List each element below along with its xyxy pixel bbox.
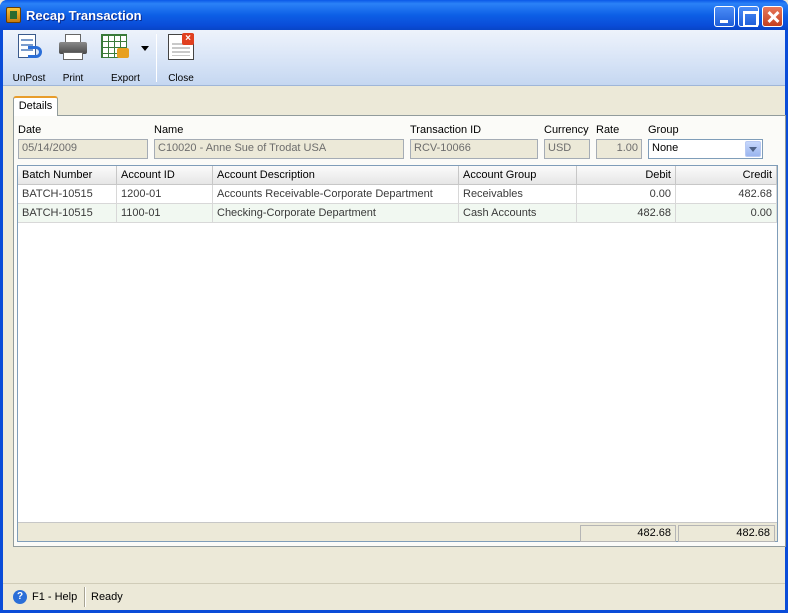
cell-debit: 482.68: [577, 204, 676, 223]
column-header-batch-number[interactable]: Batch Number: [18, 166, 117, 185]
print-label: Print: [62, 73, 84, 84]
rate-field: 1.00: [596, 139, 642, 159]
cell-account-description: Checking-Corporate Department: [213, 204, 459, 223]
total-credit: 482.68: [678, 525, 775, 542]
cell-account-id: 1100-01: [117, 204, 213, 223]
status-bar: ? F1 - Help Ready: [3, 583, 785, 610]
unpost-button[interactable]: UnPost: [9, 32, 49, 84]
status-separator: [84, 587, 86, 607]
help-icon[interactable]: ?: [13, 590, 27, 604]
export-button[interactable]: Export: [97, 32, 153, 84]
status-text: Ready: [91, 591, 123, 603]
rate-label: Rate: [596, 124, 620, 136]
chevron-down-icon[interactable]: [745, 141, 761, 157]
group-select[interactable]: None: [648, 139, 763, 159]
window-title: Recap Transaction: [26, 8, 142, 23]
cell-credit: 0.00: [676, 204, 777, 223]
cell-account-group: Receivables: [459, 185, 577, 204]
unpost-icon: [14, 32, 44, 62]
close-button[interactable]: × Close: [161, 32, 201, 84]
cell-account-group: Cash Accounts: [459, 204, 577, 223]
chevron-down-icon[interactable]: [141, 46, 149, 51]
total-debit: 482.68: [580, 525, 676, 542]
app-icon: [6, 7, 21, 23]
printer-icon: [58, 32, 88, 62]
help-shortcut-text[interactable]: F1 - Help: [32, 591, 77, 603]
cell-batch-number: BATCH-10515: [18, 185, 117, 204]
export-label: Export: [111, 73, 140, 84]
tab-details[interactable]: Details: [13, 96, 58, 116]
name-label: Name: [154, 124, 184, 136]
toolbar-separator: [156, 34, 157, 82]
transaction-id-label: Transaction ID: [410, 124, 482, 136]
currency-field: USD: [544, 139, 590, 159]
column-header-debit[interactable]: Debit: [577, 166, 676, 185]
cell-credit: 482.68: [676, 185, 777, 204]
close-window-button[interactable]: [762, 6, 783, 27]
group-select-value: None: [652, 142, 679, 154]
transaction-id-field: RCV-10066: [410, 139, 538, 159]
column-header-account-id[interactable]: Account ID: [117, 166, 213, 185]
unpost-label: UnPost: [12, 73, 46, 84]
group-label: Group: [648, 124, 679, 136]
close-label: Close: [168, 73, 194, 84]
print-button[interactable]: Print: [53, 32, 93, 84]
currency-label: Currency: [544, 124, 589, 136]
column-header-credit[interactable]: Credit: [676, 166, 777, 185]
minimize-button[interactable]: [714, 6, 735, 27]
date-label: Date: [18, 124, 42, 136]
cell-account-description: Accounts Receivable-Corporate Department: [213, 185, 459, 204]
maximize-button[interactable]: [738, 6, 759, 27]
title-bar[interactable]: Recap Transaction: [0, 0, 788, 30]
cell-batch-number: BATCH-10515: [18, 204, 117, 223]
date-field: 05/14/2009: [18, 139, 148, 159]
name-field: C10020 - Anne Sue of Trodat USA: [154, 139, 404, 159]
spreadsheet-export-icon: [99, 32, 129, 62]
recap-transaction-window: Recap Transaction UnPost Print Export × …: [0, 0, 788, 613]
close-window-icon: ×: [166, 32, 196, 62]
cell-debit: 0.00: [577, 185, 676, 204]
transaction-grid: Batch Number Account ID Account Descript…: [17, 165, 778, 542]
column-header-account-description[interactable]: Account Description: [213, 166, 459, 185]
grid-totals-row: 482.68 482.68: [18, 522, 777, 542]
toolbar: UnPost Print Export × Close: [3, 30, 785, 86]
column-header-account-group[interactable]: Account Group: [459, 166, 577, 185]
cell-account-id: 1200-01: [117, 185, 213, 204]
